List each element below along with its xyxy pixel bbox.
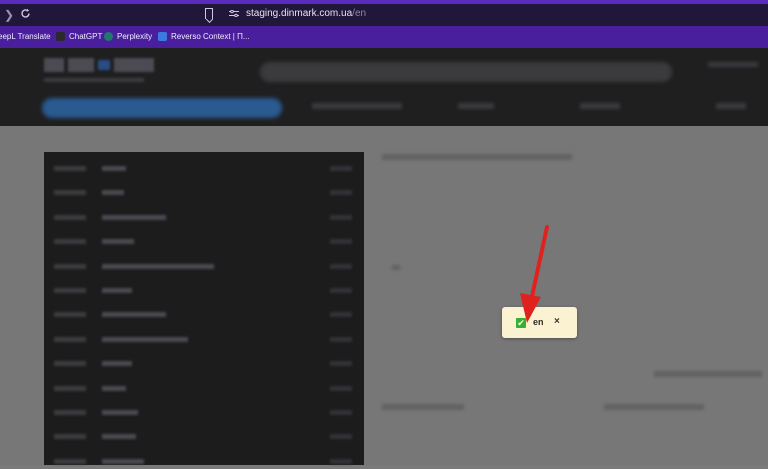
content-link xyxy=(382,404,464,410)
bookmark-perplexity[interactable]: Perplexity xyxy=(104,32,152,41)
carousel-arrow xyxy=(392,265,400,270)
url-host: staging.dinmark.com.ua xyxy=(246,8,353,19)
catalog-sidebar xyxy=(44,152,364,465)
bookmark-chatgpt[interactable]: ChatGPT xyxy=(56,32,102,41)
perplexity-icon xyxy=(104,32,113,41)
bookmarks-bar: eepL Translate ChatGPT Perplexity Revers… xyxy=(0,26,768,48)
reload-icon[interactable] xyxy=(20,8,31,19)
catalog-row-placeholder xyxy=(44,455,364,469)
breadcrumb xyxy=(382,154,572,160)
bookmark-reverso[interactable]: Reverso Context | П... xyxy=(158,32,250,41)
catalog-row-placeholder xyxy=(44,308,364,322)
carousel-dots xyxy=(654,371,762,377)
chatgpt-icon xyxy=(56,32,65,41)
header-contacts xyxy=(708,62,758,67)
bookmark-label: Perplexity xyxy=(117,32,153,41)
catalog-button xyxy=(42,98,282,118)
catalog-row-placeholder xyxy=(44,284,364,298)
site-info-icon[interactable] xyxy=(229,10,239,17)
bookmark-label: ChatGPT xyxy=(69,32,103,41)
catalog-row-placeholder xyxy=(44,430,364,444)
catalog-row-placeholder xyxy=(44,333,364,347)
url-path: /en xyxy=(352,8,367,19)
tab-strip-edge xyxy=(0,0,768,4)
catalog-row-placeholder xyxy=(44,186,364,200)
catalog-row-placeholder xyxy=(44,162,364,176)
browser-tab-strip: ❯ staging.dinmark.com.ua/en xyxy=(0,0,768,26)
catalog-row-placeholder xyxy=(44,260,364,274)
catalog-row-placeholder xyxy=(44,235,364,249)
bookmark-label: Reverso Context | П... xyxy=(171,32,250,41)
catalog-row-placeholder xyxy=(44,382,364,396)
bookmark-label: eepL Translate xyxy=(0,32,51,41)
header-menu-item xyxy=(458,103,494,109)
address-bar[interactable]: staging.dinmark.com.ua/en xyxy=(246,8,366,19)
catalog-row-placeholder xyxy=(44,357,364,371)
catalog-row-placeholder xyxy=(44,211,364,225)
header-menu-item xyxy=(716,103,746,109)
forward-icon[interactable]: ❯ xyxy=(4,9,14,21)
reverso-icon xyxy=(158,32,167,41)
header-menu-item xyxy=(312,103,402,109)
content-link xyxy=(604,404,704,410)
site-logo xyxy=(44,58,154,82)
header-menu-item xyxy=(580,103,620,109)
catalog-row-placeholder xyxy=(44,406,364,420)
site-search-box xyxy=(260,62,672,82)
annotation-arrow xyxy=(520,225,549,323)
bookmark-deepl[interactable]: eepL Translate xyxy=(0,32,51,41)
bookmark-star-icon[interactable] xyxy=(205,8,213,19)
